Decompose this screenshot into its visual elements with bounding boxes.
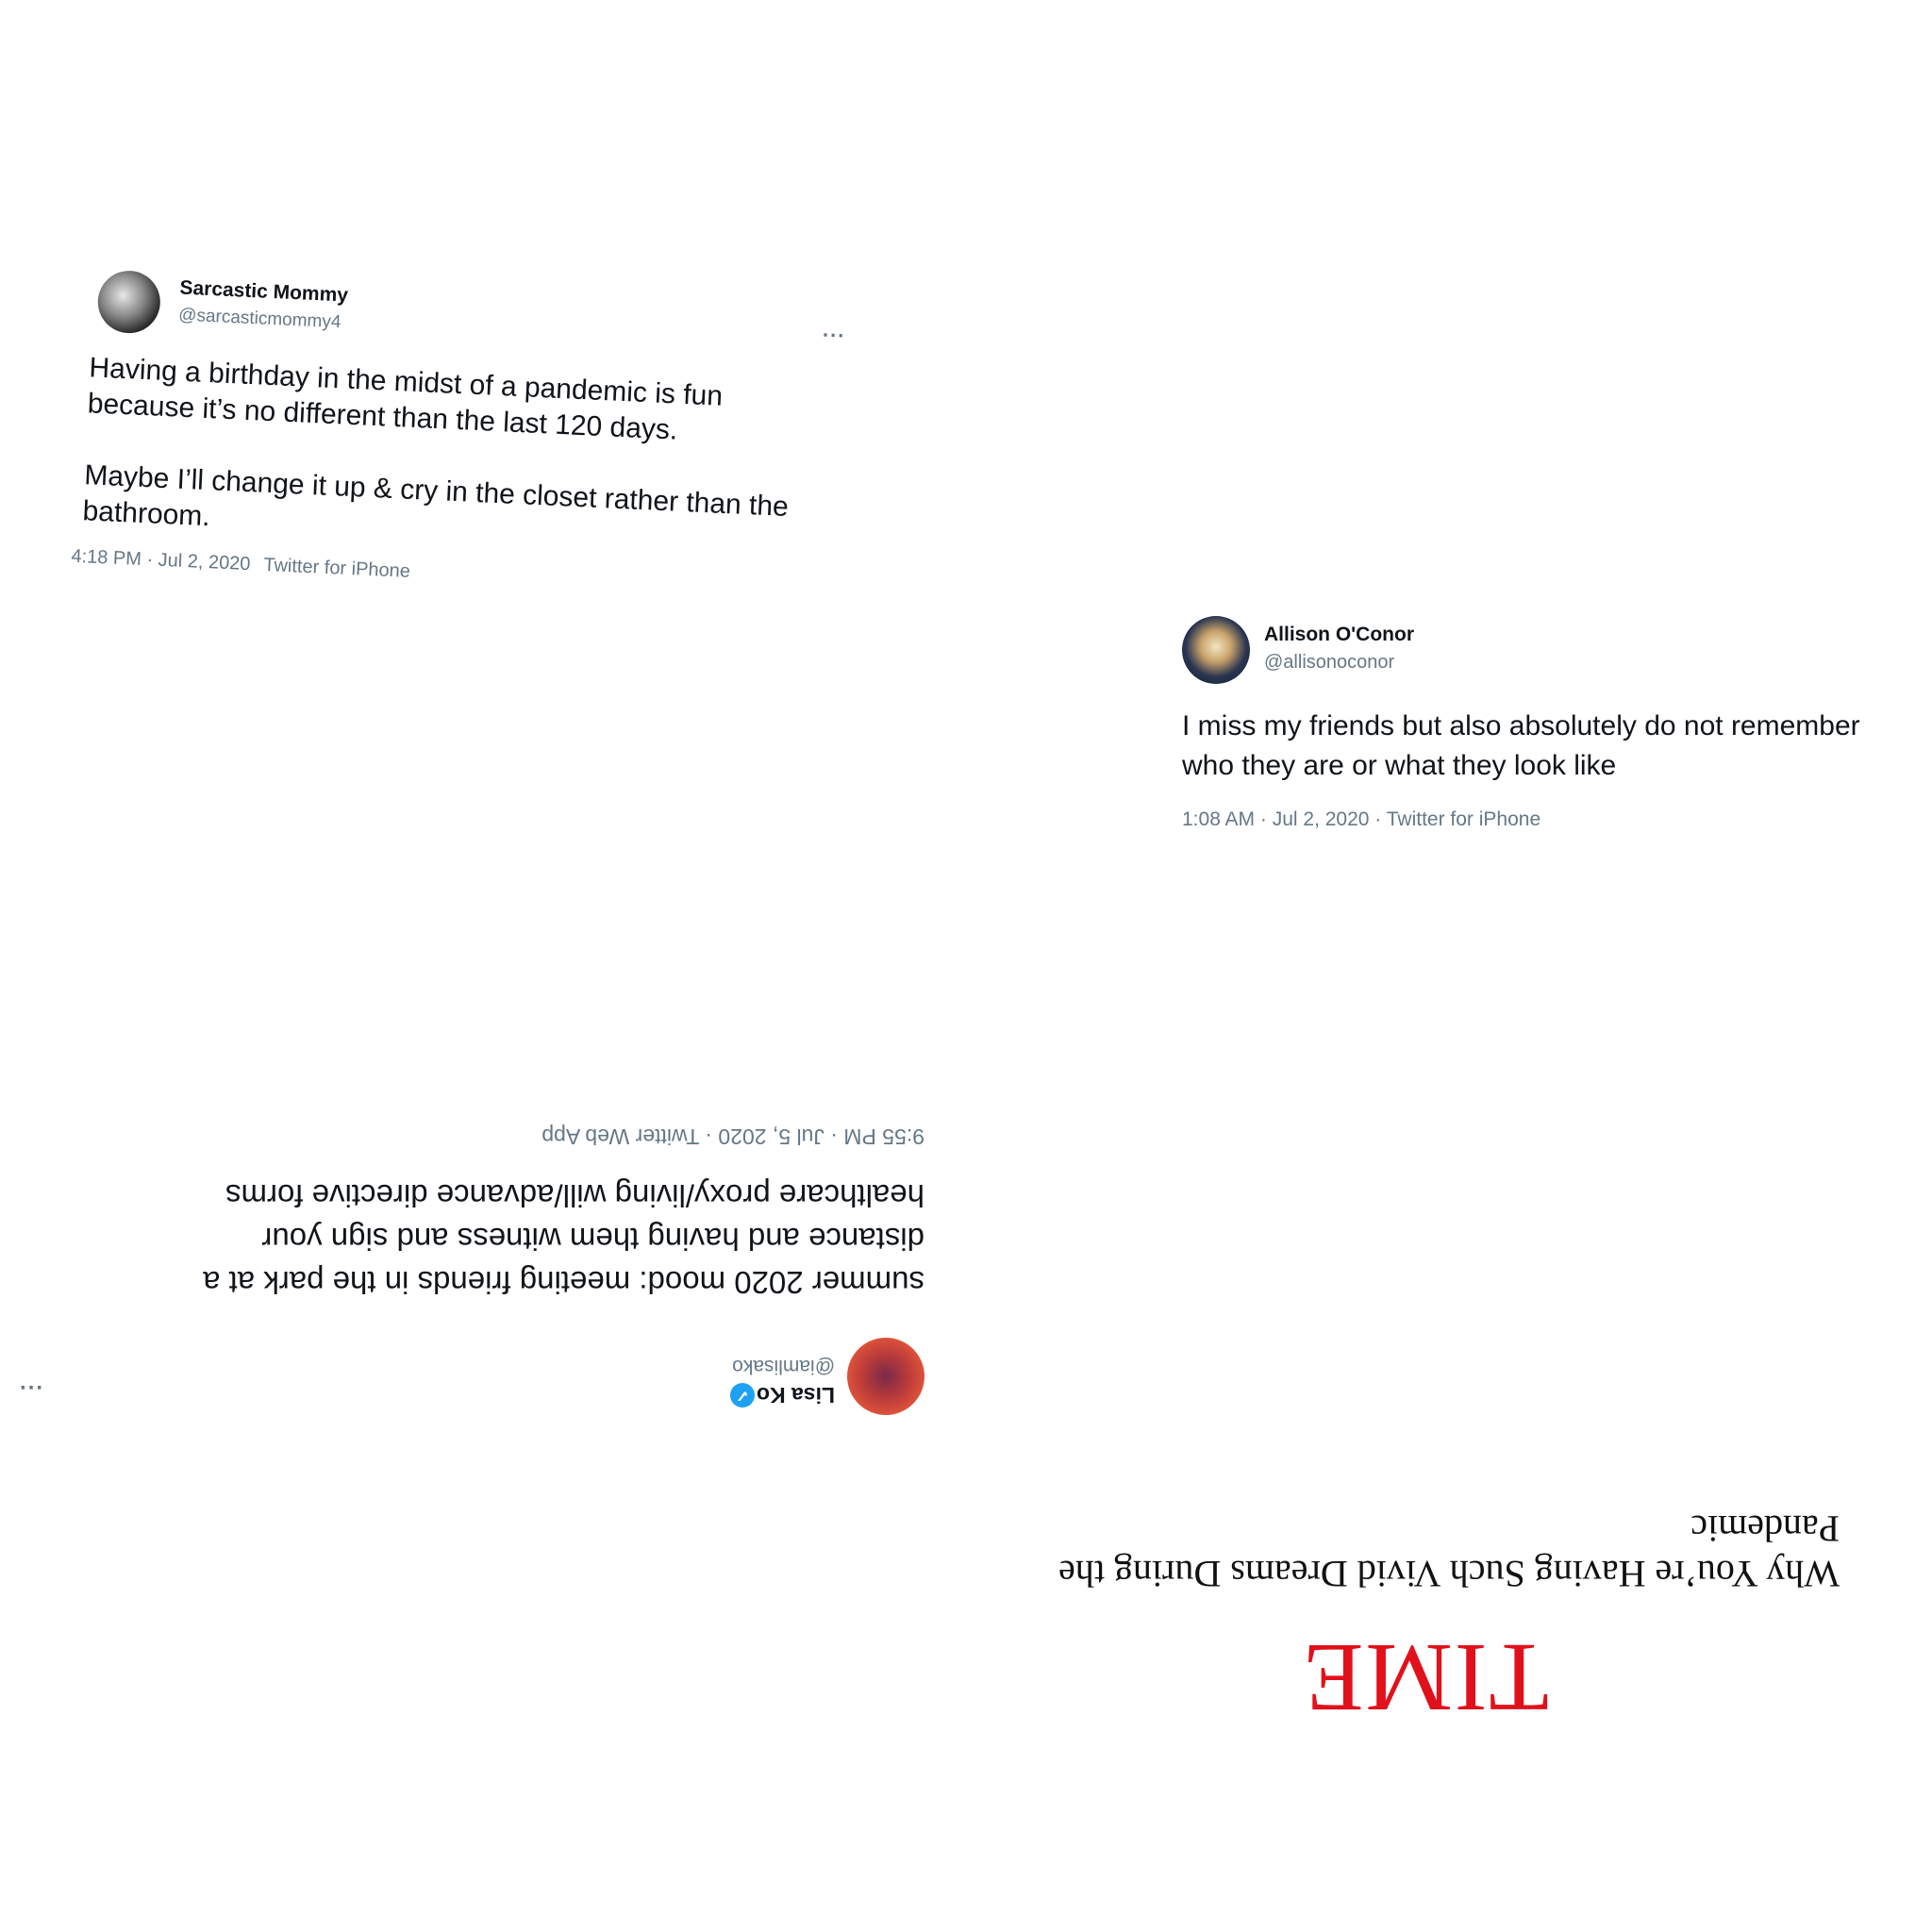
tweet-text-line: healthcare proxy/living will/advance dir…	[225, 1178, 924, 1213]
tweet-text-line: I miss my friends but also absolutely do…	[1182, 710, 1860, 741]
tweet-meta[interactable]: 9:55 PM · Jul 5, 2020 · Twitter Web App	[541, 1124, 924, 1149]
tweet-source[interactable]: Twitter for iPhone	[263, 555, 410, 582]
more-options-icon[interactable]: ...	[823, 317, 846, 342]
author-name[interactable]: Sarcastic Mommy	[179, 277, 348, 308]
tweet-text-line: distance and having them witness and sig…	[261, 1222, 924, 1257]
author-handle[interactable]: @iamlisako	[732, 1355, 835, 1377]
verified-badge-icon: ✓	[730, 1383, 755, 1407]
tweet-meta[interactable]: 1:08 AM · Jul 2, 2020 · Twitter for iPho…	[1182, 808, 1541, 831]
author-name[interactable]: Allison O'Conor	[1264, 624, 1414, 646]
author-name[interactable]: Lisa Ko	[757, 1382, 835, 1407]
more-options-icon[interactable]: ...	[18, 1379, 42, 1406]
avatar[interactable]	[847, 1338, 924, 1415]
author-handle[interactable]: @allisonoconor	[1264, 652, 1394, 674]
author-handle[interactable]: @sarcasticmommy4	[178, 305, 341, 333]
tweet-card-sarcastic-mommy[interactable]: Sarcastic Mommy @sarcasticmommy4 ... Hav…	[49, 255, 895, 670]
tweet-text-line: summer 2020 mood: meeting friends in the…	[203, 1265, 924, 1300]
tweet-meta: 4:18 PM · Jul 2, 2020 Twitter for iPhone	[71, 546, 410, 583]
tweet-text-line: bathroom.	[81, 495, 211, 533]
article-headline[interactable]: Why You’re Having Such Vivid Dreams Duri…	[953, 1506, 1840, 1596]
avatar[interactable]	[96, 269, 162, 335]
tweet-text-line: who they are or what they look like	[1182, 750, 1617, 781]
tweet-card-allison-oconor[interactable]: Allison O'Conor @allisonoconor I miss my…	[1174, 608, 1929, 844]
tweet-card-lisa-ko[interactable]: Lisa Ko ✓ @iamlisako ... summer 2020 moo…	[0, 1075, 934, 1424]
tweet-timestamp[interactable]: 4:18 PM · Jul 2, 2020	[71, 546, 251, 575]
time-logo: TIME	[1301, 1624, 1549, 1732]
time-article-card[interactable]: TIME Why You’re Having Such Vivid Dreams…	[943, 1491, 1849, 1736]
avatar[interactable]	[1182, 616, 1250, 684]
